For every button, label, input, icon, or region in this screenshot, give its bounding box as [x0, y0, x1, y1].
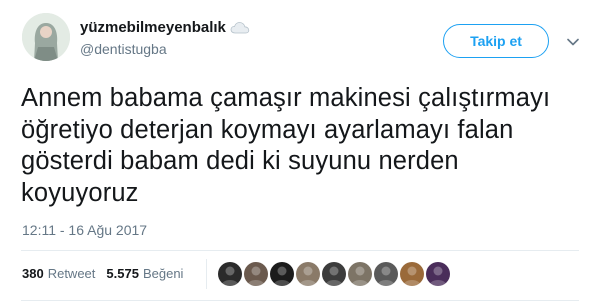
liker-avatar[interactable] [426, 262, 450, 286]
profile-photo-icon [429, 266, 447, 286]
tweet-text: Annem babama çamaşır makinesi çalıştırma… [21, 84, 551, 207]
liker-avatar[interactable] [348, 262, 372, 286]
like-label: Beğeni [142, 266, 184, 281]
profile-photo-icon [273, 266, 291, 286]
profile-photo-icon [351, 266, 369, 286]
retweet-stat[interactable]: 380 Retweet [22, 266, 95, 281]
liker-avatar[interactable] [218, 262, 242, 286]
stats-separator [206, 259, 207, 289]
profile-photo-icon [377, 266, 395, 286]
liker-avatar[interactable] [244, 262, 268, 286]
tweet-stats: 380 Retweet 5.575 Beğeni [22, 266, 183, 281]
display-name-row: yüzmebilmeyenbalık [80, 19, 250, 36]
like-count: 5.575 [106, 266, 139, 281]
tweet-menu-button[interactable] [566, 35, 580, 49]
liker-avatar[interactable] [270, 262, 294, 286]
cloud-icon [230, 21, 250, 35]
follow-button[interactable]: Takip et [443, 24, 549, 58]
tweet-timestamp[interactable]: 12:11 - 16 Ağu 2017 [22, 222, 147, 238]
user-handle[interactable]: @dentistugba [80, 41, 167, 57]
retweet-count: 380 [22, 266, 44, 281]
profile-photo-icon [22, 13, 70, 61]
liker-avatars [218, 262, 452, 286]
profile-photo-icon [403, 266, 421, 286]
profile-photo-icon [221, 266, 239, 286]
display-name[interactable]: yüzmebilmeyenbalık [80, 19, 226, 36]
liker-avatar[interactable] [322, 262, 346, 286]
divider-top [21, 250, 579, 251]
profile-photo-icon [325, 266, 343, 286]
chevron-down-icon [567, 38, 579, 46]
like-stat[interactable]: 5.575 Beğeni [106, 266, 183, 281]
liker-avatar[interactable] [400, 262, 424, 286]
tweet-card: yüzmebilmeyenbalık @dentistugba Takip et… [0, 0, 594, 305]
liker-avatar[interactable] [374, 262, 398, 286]
liker-avatar[interactable] [296, 262, 320, 286]
divider-bottom [21, 300, 579, 301]
retweet-label: Retweet [47, 266, 96, 281]
user-avatar[interactable] [22, 13, 70, 61]
profile-photo-icon [247, 266, 265, 286]
profile-photo-icon [299, 266, 317, 286]
